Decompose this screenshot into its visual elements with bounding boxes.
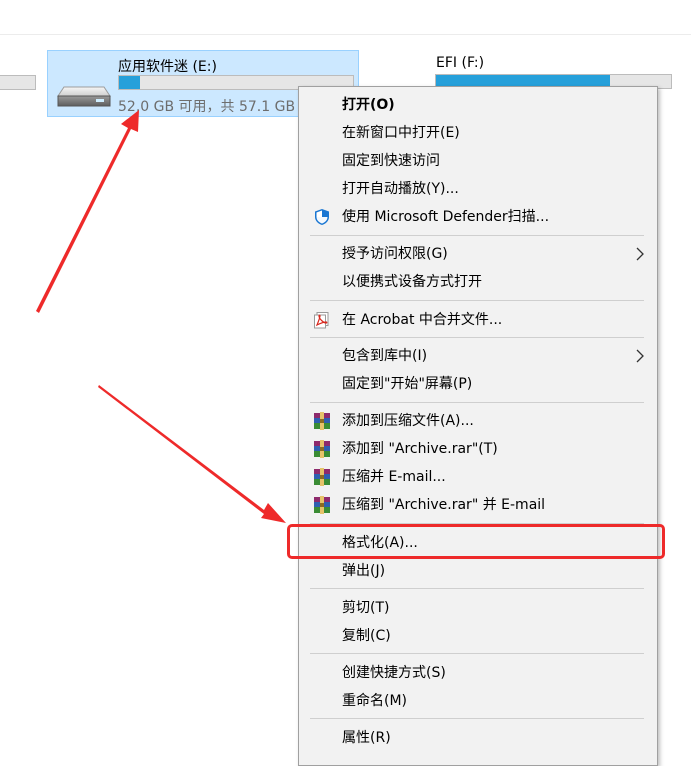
annotation-arrows — [36, 110, 286, 523]
annotation-arrow-to-format — [98, 385, 286, 523]
annotation-arrow-to-drive — [36, 110, 139, 313]
